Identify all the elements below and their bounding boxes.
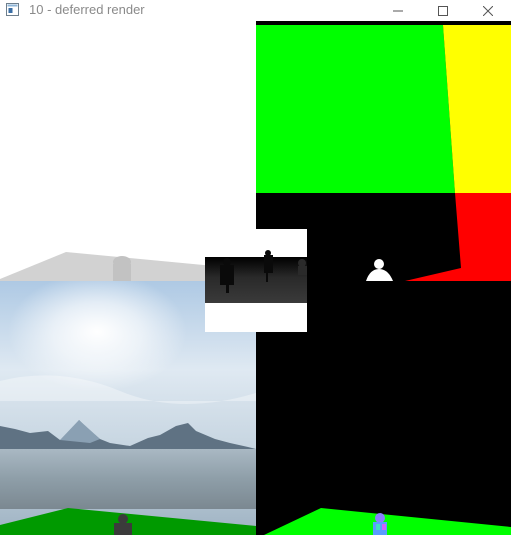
deferred-render-scene <box>0 21 511 535</box>
character-silhouette <box>113 256 131 281</box>
close-button[interactable] <box>465 0 511 21</box>
depth-buffer-inset <box>205 229 307 332</box>
close-icon <box>483 5 493 16</box>
minimize-icon <box>393 6 403 16</box>
yellow-quad <box>443 25 511 193</box>
lake-water <box>0 449 256 509</box>
maximize-icon <box>438 5 448 16</box>
maximize-button[interactable] <box>420 0 466 21</box>
app-window-icon <box>6 3 19 16</box>
render-viewport[interactable] <box>0 21 511 535</box>
green-quad <box>256 25 455 193</box>
minimize-button[interactable] <box>375 0 421 21</box>
title-bar: 10 - deferred render <box>0 0 511 21</box>
window-title: 10 - deferred render <box>29 2 145 17</box>
